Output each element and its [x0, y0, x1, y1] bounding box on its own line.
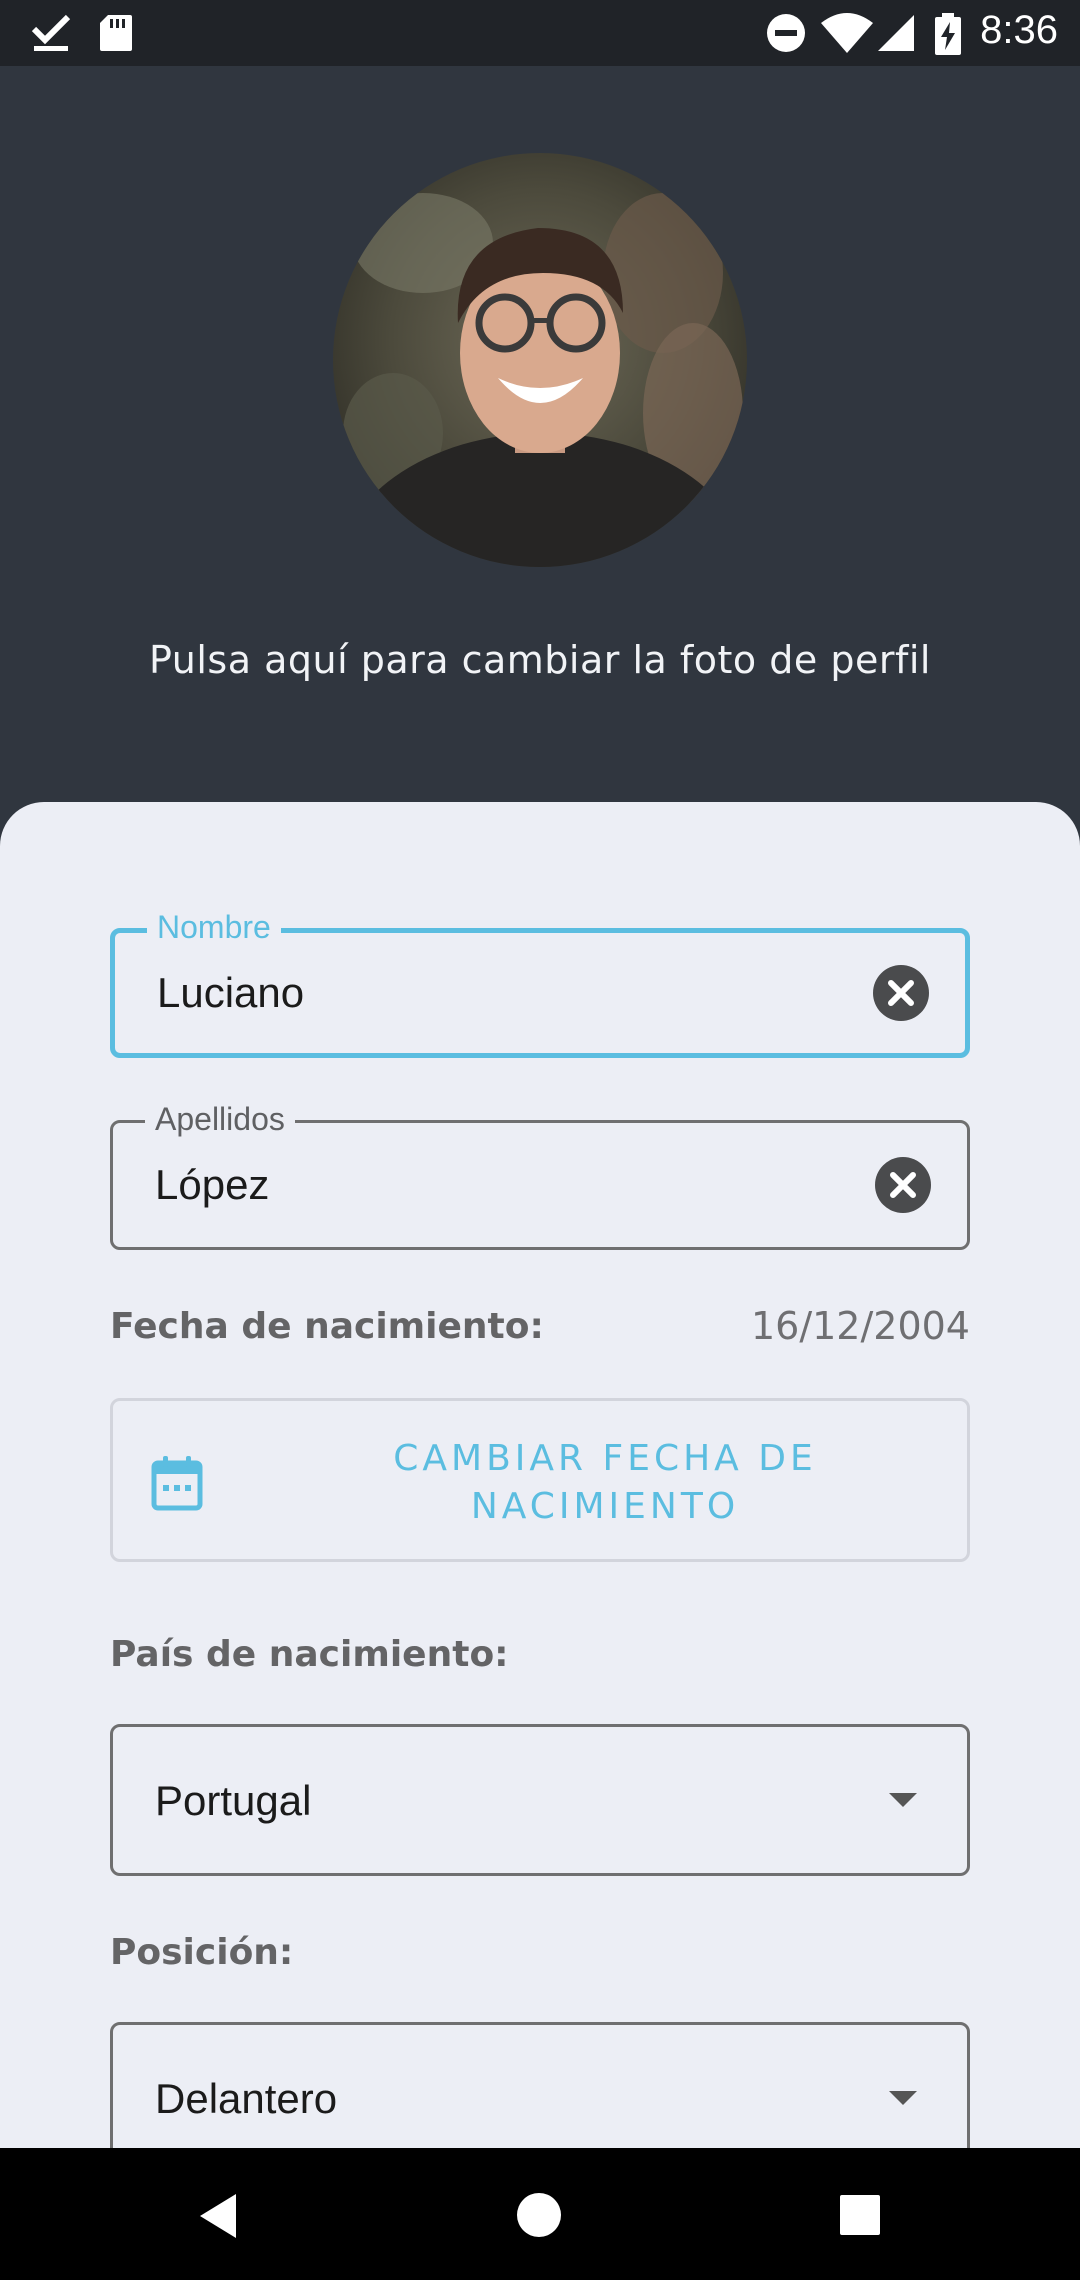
clear-last-name-button[interactable]	[875, 1157, 931, 1213]
birth-country-dropdown[interactable]: Portugal	[110, 1724, 970, 1876]
profile-header: Pulsa aquí para cambiar la foto de perfi…	[0, 66, 1080, 806]
last-name-input[interactable]: López	[155, 1161, 269, 1209]
battery-charging-icon	[935, 13, 961, 55]
last-name-field[interactable]: Apellidos López	[110, 1101, 970, 1250]
birth-date-label: Fecha de nacimiento:	[110, 1306, 544, 1347]
position-dropdown[interactable]: Delantero	[110, 2022, 970, 2148]
clear-first-name-button[interactable]	[873, 965, 929, 1021]
change-photo-text[interactable]: Pulsa aquí para cambiar la foto de perfi…	[0, 638, 1080, 682]
position-label: Posición:	[110, 1932, 294, 1973]
birth-country-label: País de nacimiento:	[110, 1634, 509, 1675]
birth-date-value: 16/12/2004	[750, 1304, 970, 1348]
change-birth-date-button[interactable]: CAMBIAR FECHA DE NACIMIENTO	[110, 1398, 970, 1562]
change-birth-date-label: CAMBIAR FECHA DE NACIMIENTO	[393, 1438, 817, 1527]
back-icon[interactable]	[196, 2192, 240, 2240]
do-not-disturb-icon	[767, 14, 805, 52]
chevron-down-icon	[889, 1793, 917, 1807]
status-bar: 8:36	[0, 0, 1080, 66]
close-icon	[888, 980, 914, 1006]
profile-photo	[333, 153, 747, 567]
calendar-icon	[151, 1456, 203, 1511]
last-name-label: Apellidos	[145, 1101, 295, 1138]
profile-form: Nombre Luciano Apellidos López Fecha de …	[0, 802, 1080, 2148]
sd-card-icon	[100, 15, 132, 51]
recents-icon[interactable]	[839, 2194, 881, 2236]
first-name-input[interactable]: Luciano	[157, 969, 304, 1017]
first-name-label: Nombre	[147, 909, 281, 946]
close-icon	[890, 1172, 916, 1198]
clock: 8:36	[980, 8, 1058, 52]
wifi-icon	[821, 13, 873, 53]
profile-avatar[interactable]	[333, 153, 747, 567]
birth-country-value: Portugal	[155, 1777, 312, 1824]
download-done-icon	[31, 14, 71, 51]
position-value: Delantero	[155, 2075, 338, 2122]
home-icon[interactable]	[516, 2192, 562, 2238]
first-name-field[interactable]: Nombre Luciano	[110, 909, 970, 1058]
signal-icon	[878, 15, 914, 51]
navigation-bar	[0, 2148, 1080, 2280]
chevron-down-icon	[889, 2091, 917, 2105]
